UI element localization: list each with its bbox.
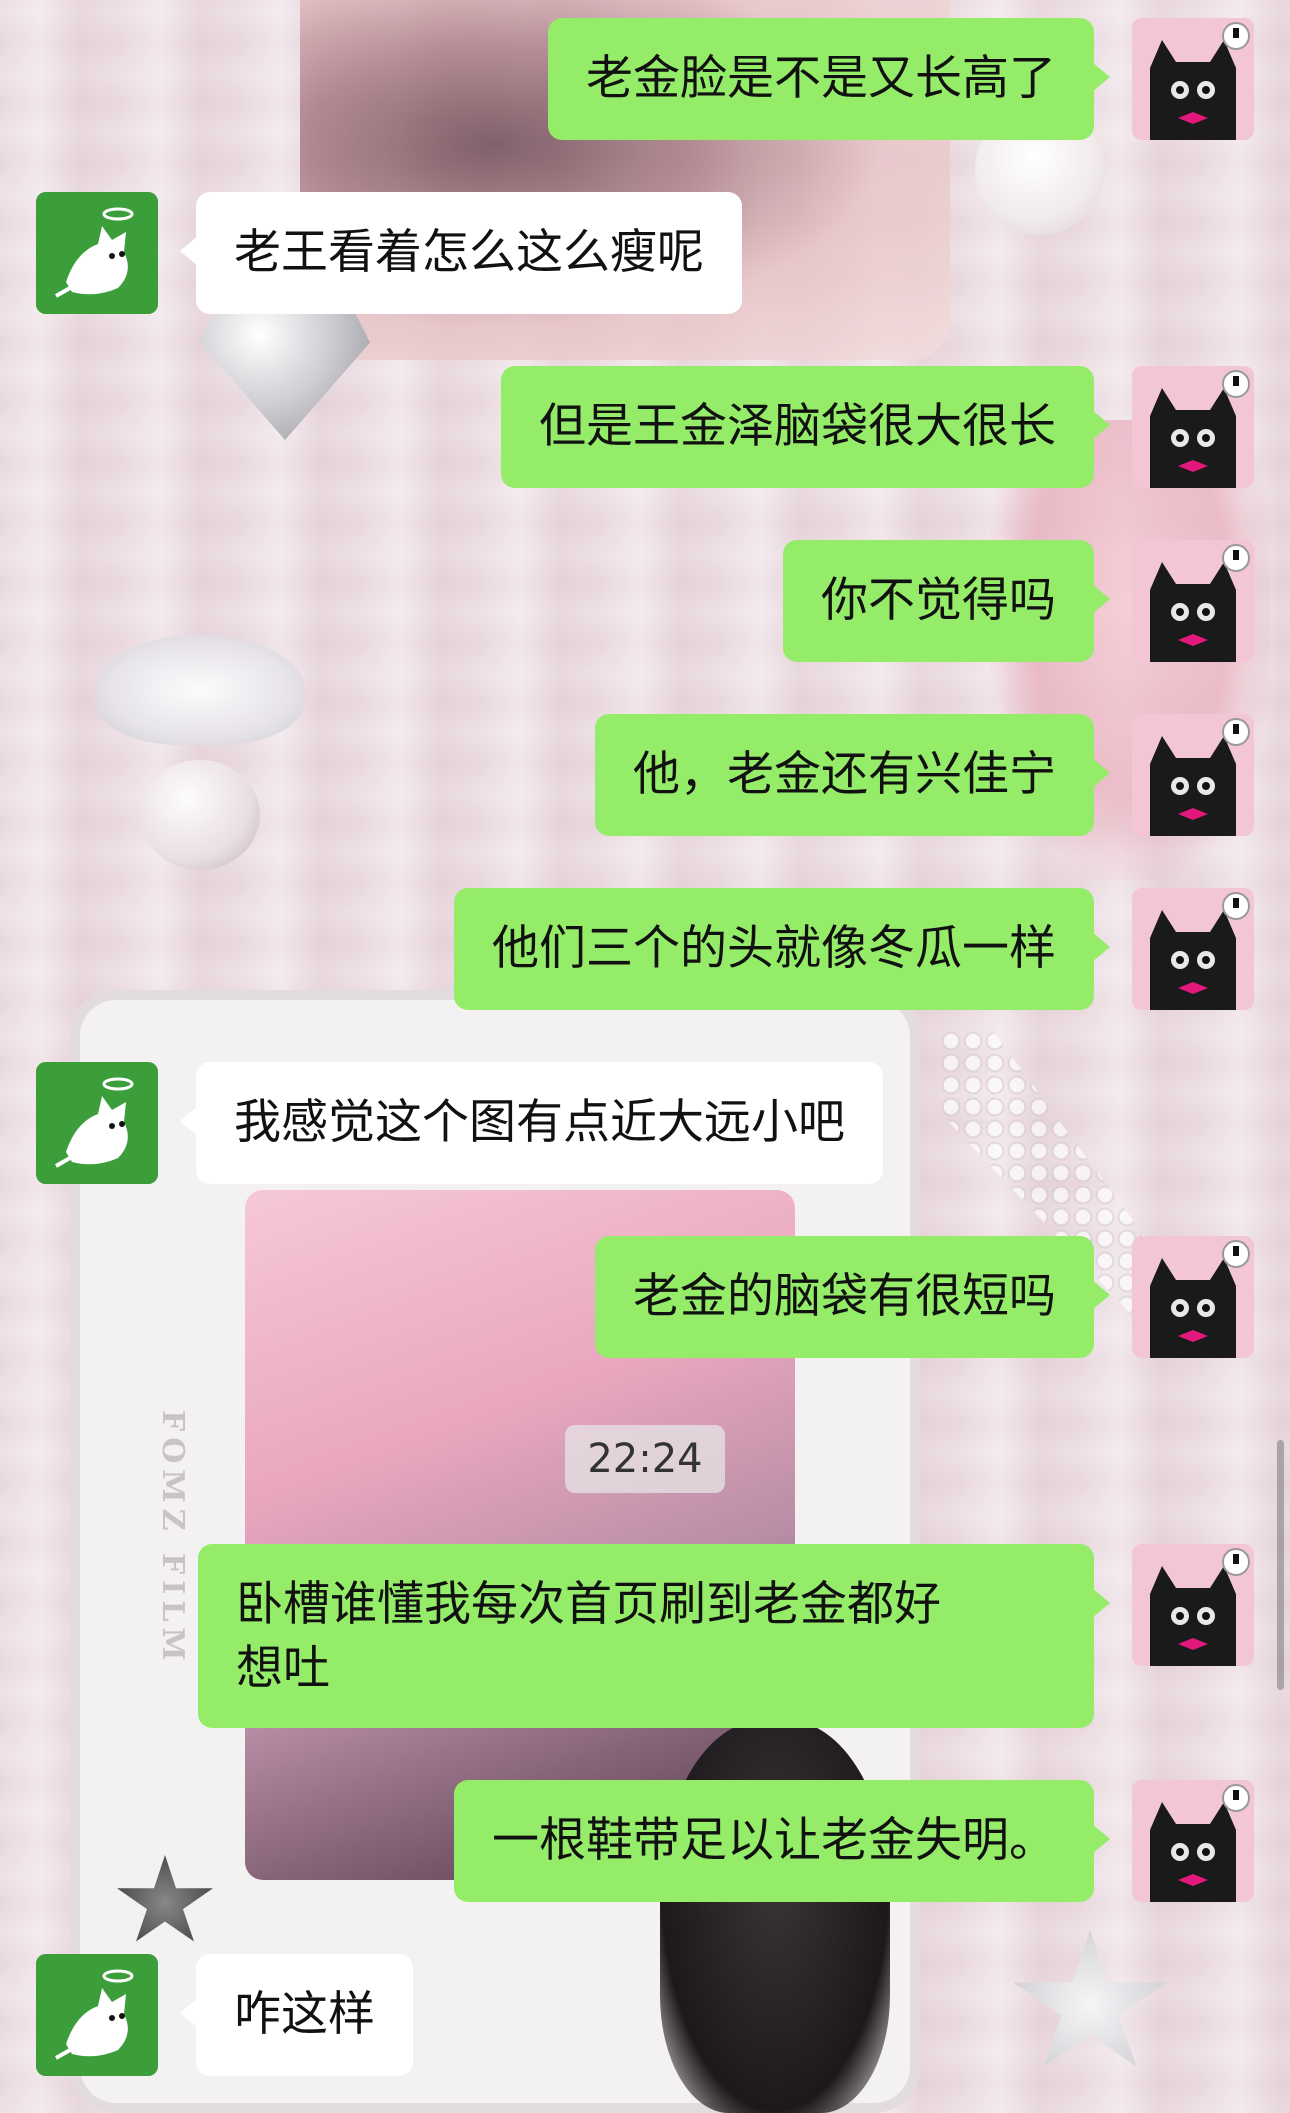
their-message-bubble[interactable]: 咋这样 — [180, 1954, 413, 2076]
black-cat-avatar-icon[interactable] — [1132, 714, 1254, 836]
black-cat-avatar-icon[interactable] — [1132, 366, 1254, 488]
my-message-bubble[interactable]: 你不觉得吗 — [783, 540, 1110, 662]
angel-cat-avatar-icon[interactable] — [36, 1954, 158, 2076]
my-message-bubble[interactable]: 老金的脑袋有很短吗 — [595, 1236, 1110, 1358]
my-message-bubble[interactable]: 但是王金泽脑袋很大很长 — [501, 366, 1110, 488]
black-cat-avatar-icon[interactable] — [1132, 888, 1254, 1010]
angel-cat-avatar-icon[interactable] — [36, 192, 158, 314]
black-cat-avatar-icon[interactable] — [1132, 540, 1254, 662]
black-cat-avatar-icon[interactable] — [1132, 1544, 1254, 1666]
my-message-bubble[interactable]: 卧槽谁懂我每次首页刷到老金都好 想吐 — [198, 1544, 1110, 1728]
black-cat-avatar-icon[interactable] — [1132, 1780, 1254, 1902]
black-cat-avatar-icon[interactable] — [1132, 1236, 1254, 1358]
black-cat-avatar-icon[interactable] — [1132, 18, 1254, 140]
message-timestamp: 22:24 — [565, 1425, 725, 1493]
their-message-bubble[interactable]: 我感觉这个图有点近大远小吧 — [180, 1062, 883, 1184]
my-message-bubble[interactable]: 他们三个的头就像冬瓜一样 — [454, 888, 1110, 1010]
my-message-bubble[interactable]: 一根鞋带足以让老金失明。 — [454, 1780, 1110, 1902]
my-message-bubble[interactable]: 他，老金还有兴佳宁 — [595, 714, 1110, 836]
my-message-bubble[interactable]: 老金脸是不是又长高了 — [548, 18, 1110, 140]
their-message-bubble[interactable]: 老王看着怎么这么瘦呢 — [180, 192, 742, 314]
chat-scrollbar[interactable] — [1277, 1440, 1284, 1690]
angel-cat-avatar-icon[interactable] — [36, 1062, 158, 1184]
chat-message-list[interactable]: 老金脸是不是又长高了 老王看着怎么这么瘦呢 但是王金泽脑袋很大很长 你不觉得吗 … — [0, 0, 1290, 2113]
